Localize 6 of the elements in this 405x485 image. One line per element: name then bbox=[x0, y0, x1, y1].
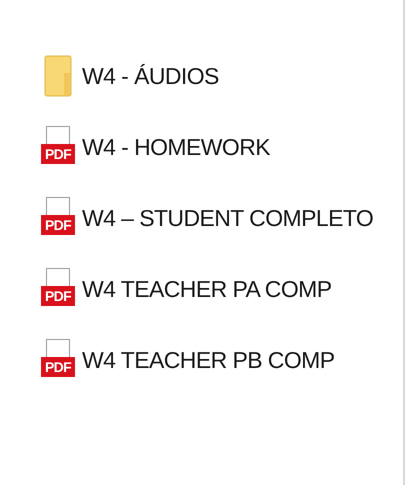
file-name[interactable]: W4 TEACHER PB COMP bbox=[82, 342, 334, 378]
folder-icon bbox=[44, 55, 72, 97]
file-name[interactable]: W4 TEACHER PA COMP bbox=[82, 272, 332, 306]
file-name[interactable]: W4 - ÁUDIOS bbox=[82, 58, 219, 94]
file-name[interactable]: W4 - HOMEWORK bbox=[82, 130, 270, 164]
file-name[interactable]: W4 – STUDENT COMPLETO bbox=[82, 200, 374, 236]
